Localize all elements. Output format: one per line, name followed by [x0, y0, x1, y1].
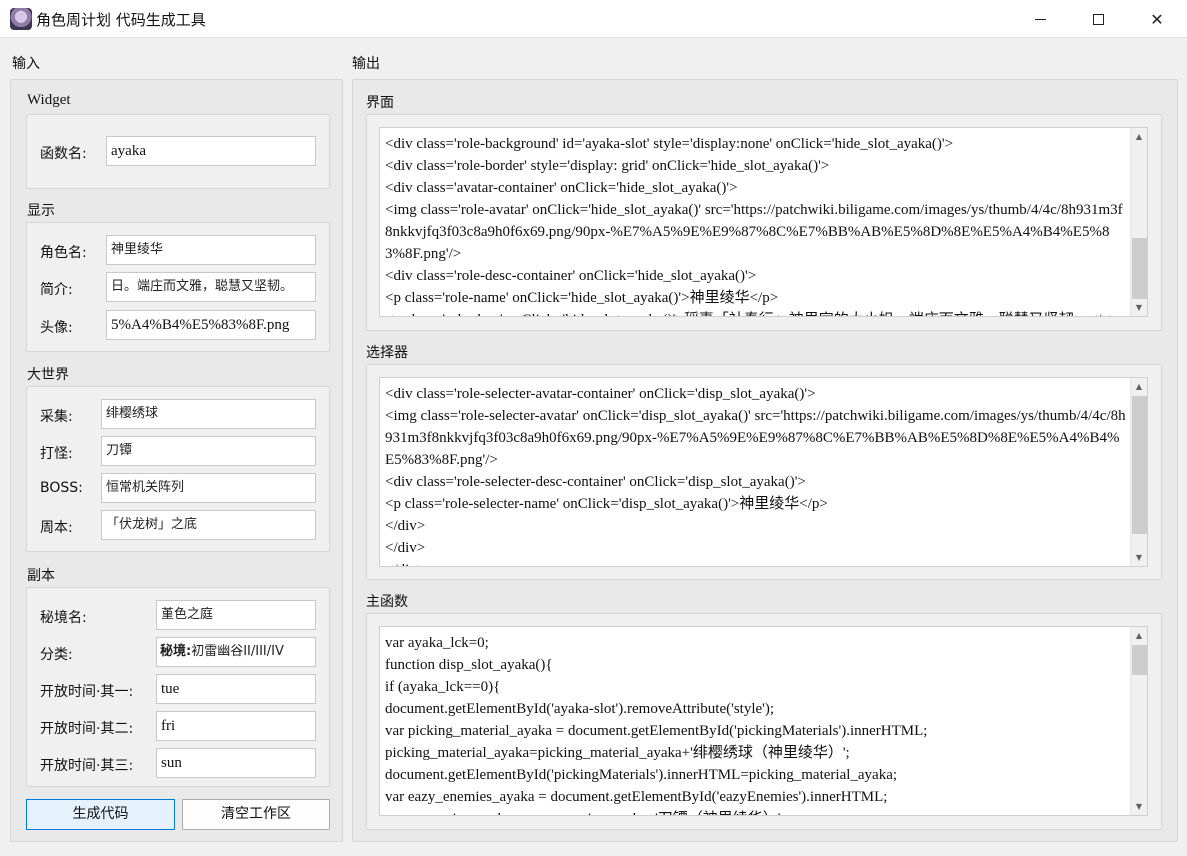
- interface-scrollbar[interactable]: ▲ ▼: [1130, 128, 1147, 316]
- code-line: <div class='role-background' id='ayaka-s…: [385, 136, 954, 152]
- role-name-label: 角色名:: [40, 245, 87, 261]
- intro-label: 简介:: [40, 282, 73, 298]
- function-name-label: 函数名:: [40, 146, 87, 162]
- app-icon: [10, 8, 32, 30]
- monster-label: 打怪:: [40, 446, 73, 462]
- code-line: </div>: [385, 559, 1127, 566]
- open-time-3-label: 开放时间·其三:: [40, 758, 134, 774]
- domain-name-label: 秘境名:: [40, 610, 87, 626]
- code-line: <p class='role-desc' onClick='hide_slot_…: [385, 309, 1127, 316]
- code-line: </div>: [385, 518, 426, 534]
- dungeon-group-title: 副本: [27, 568, 55, 584]
- close-button[interactable]: ✕: [1128, 0, 1186, 38]
- main-function-group-title: 主函数: [366, 594, 408, 610]
- code-line: document.getElementById('pickingMaterial…: [385, 767, 898, 783]
- overworld-group-title: 大世界: [27, 367, 69, 383]
- interface-code-textbox[interactable]: <div class='role-background' id='ayaka-s…: [379, 127, 1148, 317]
- maximize-button[interactable]: [1069, 0, 1127, 38]
- code-line: <div class='avatar-container' onClick='h…: [385, 180, 738, 196]
- code-line: document.getElementById('ayaka-slot').re…: [385, 701, 775, 717]
- gather-input[interactable]: 绯樱绣球: [101, 399, 316, 429]
- open-time-1-label: 开放时间·其一:: [40, 684, 134, 700]
- output-panel-label: 输出: [352, 56, 380, 72]
- code-line: <p class='role-name' onClick='hide_slot_…: [385, 290, 779, 306]
- code-line: <div class='role-border' style='display:…: [385, 158, 830, 174]
- code-line: <img class='role-selecter-avatar' onClic…: [385, 408, 1126, 468]
- selector-group-title: 选择器: [366, 345, 408, 361]
- window-title: 角色周计划 代码生成工具: [36, 11, 206, 29]
- code-line: <div class='role-selecter-desc-container…: [385, 474, 806, 490]
- open-time-3-input[interactable]: sun: [156, 748, 316, 778]
- interface-group-title: 界面: [366, 95, 394, 111]
- avatar-label: 头像:: [40, 320, 73, 336]
- boss-label: BOSS:: [40, 480, 83, 496]
- role-name-input[interactable]: 神里绫华: [106, 235, 316, 265]
- maximize-icon: [1092, 13, 1104, 25]
- main-function-code-textbox[interactable]: var ayaka_lck=0; function disp_slot_ayaka…: [379, 626, 1148, 816]
- weekly-label: 周本:: [40, 520, 73, 536]
- code-line: </div>: [385, 540, 426, 556]
- widget-group-title: Widget: [27, 92, 71, 108]
- title-bar: 角色周计划 代码生成工具 ✕: [0, 0, 1187, 38]
- open-time-1-input[interactable]: tue: [156, 674, 316, 704]
- selector-code: <div class='role-selecter-avatar-contain…: [385, 383, 1127, 566]
- monster-input[interactable]: 刀镡: [101, 436, 316, 466]
- code-line: eazy_enemies_ayaka=eazy_enemies_ayaka+'刀…: [385, 808, 1127, 815]
- code-line: picking_material_ayaka=picking_material_…: [385, 745, 850, 761]
- gather-label: 采集:: [40, 409, 73, 425]
- scroll-up-arrow-icon[interactable]: ▲: [1131, 627, 1147, 644]
- category-rest: 初雷幽谷II/III/IV: [191, 644, 284, 659]
- scroll-down-arrow-icon[interactable]: ▼: [1131, 549, 1147, 566]
- code-line: var eazy_enemies_ayaka = document.getEle…: [385, 789, 888, 805]
- scroll-down-arrow-icon[interactable]: ▼: [1131, 299, 1147, 316]
- clear-workspace-button[interactable]: 清空工作区: [182, 799, 330, 830]
- main-function-code: var ayaka_lck=0; function disp_slot_ayaka…: [385, 632, 1127, 815]
- intro-input[interactable]: 日。端庄而文雅，聪慧又坚韧。: [106, 272, 316, 302]
- generate-code-button[interactable]: 生成代码: [26, 799, 175, 830]
- scrollbar-thumb[interactable]: [1132, 238, 1147, 299]
- scroll-down-arrow-icon[interactable]: ▼: [1131, 798, 1147, 815]
- category-input[interactable]: 秘境:初雷幽谷II/III/IV: [156, 637, 316, 667]
- category-label: 分类:: [40, 647, 73, 663]
- scrollbar-thumb[interactable]: [1132, 645, 1147, 675]
- function-name-input[interactable]: ayaka: [106, 136, 316, 166]
- scroll-up-arrow-icon[interactable]: ▲: [1131, 378, 1147, 395]
- code-line: var picking_material_ayaka = document.ge…: [385, 723, 928, 739]
- boss-input[interactable]: 恒常机关阵列: [101, 473, 316, 503]
- code-line: var ayaka_lck=0;: [385, 635, 489, 651]
- minimize-button[interactable]: [1011, 0, 1069, 38]
- main-function-scrollbar[interactable]: ▲ ▼: [1130, 627, 1147, 815]
- interface-code: <div class='role-background' id='ayaka-s…: [385, 133, 1127, 316]
- code-line: <img class='role-avatar' onClick='hide_s…: [385, 202, 1123, 262]
- avatar-input[interactable]: 5%A4%B4%E5%83%8F.png: [106, 310, 316, 340]
- code-line: <div class='role-selecter-avatar-contain…: [385, 386, 816, 402]
- selector-scrollbar[interactable]: ▲ ▼: [1130, 378, 1147, 566]
- category-prefix: 秘境:: [160, 644, 192, 659]
- minimize-icon: [1034, 18, 1046, 20]
- weekly-input[interactable]: 「伏龙树」之底: [101, 510, 316, 540]
- scrollbar-thumb[interactable]: [1132, 396, 1147, 534]
- open-time-2-label: 开放时间·其二:: [40, 721, 134, 737]
- display-group-title: 显示: [27, 203, 55, 219]
- domain-name-input[interactable]: 堇色之庭: [156, 600, 316, 630]
- selector-code-textbox[interactable]: <div class='role-selecter-avatar-contain…: [379, 377, 1148, 567]
- open-time-2-input[interactable]: fri: [156, 711, 316, 741]
- code-line: if (ayaka_lck==0){: [385, 679, 501, 695]
- code-line: function disp_slot_ayaka(){: [385, 657, 553, 673]
- scroll-up-arrow-icon[interactable]: ▲: [1131, 128, 1147, 145]
- input-panel-label: 输入: [12, 56, 40, 72]
- code-line: <div class='role-desc-container' onClick…: [385, 268, 757, 284]
- close-icon: ✕: [1150, 9, 1164, 29]
- code-line: <p class='role-selecter-name' onClick='d…: [385, 496, 828, 512]
